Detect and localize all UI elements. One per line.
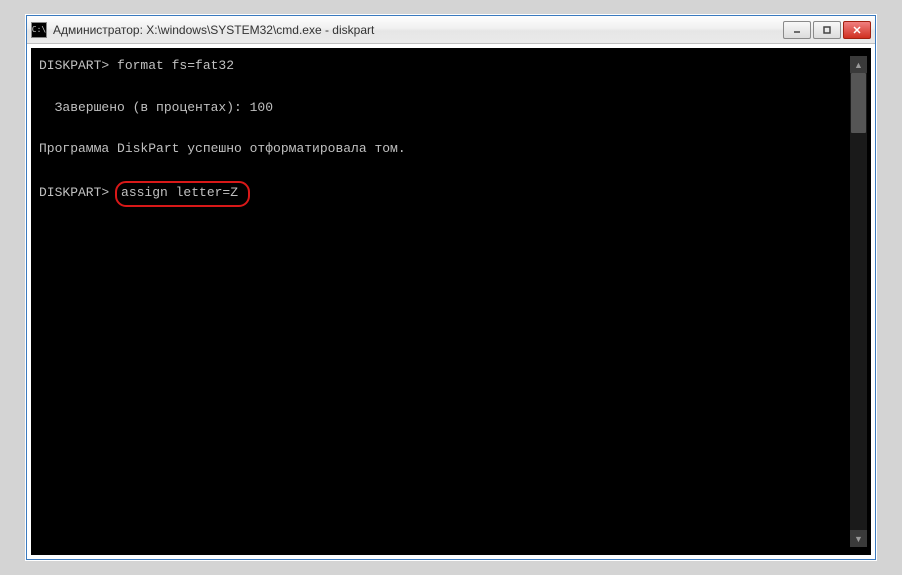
- window-controls: [783, 21, 871, 39]
- console-area: DISKPART> format fs=fat32 Завершено (в п…: [31, 48, 871, 555]
- blank-line: [39, 118, 850, 139]
- blank-line: [39, 77, 850, 98]
- console-line: Завершено (в процентах): 100: [39, 98, 850, 119]
- console-line: DISKPART> assign letter=Z: [39, 181, 850, 207]
- scroll-up-button[interactable]: ▲: [850, 56, 867, 73]
- scroll-track[interactable]: [850, 73, 867, 530]
- prompt: DISKPART>: [39, 185, 117, 200]
- close-button[interactable]: [843, 21, 871, 39]
- window-title: Администратор: X:\windows\SYSTEM32\cmd.e…: [53, 23, 783, 37]
- command: format fs=fat32: [117, 58, 234, 73]
- console-line: Программа DiskPart успешно отформатирова…: [39, 139, 850, 160]
- console-line: DISKPART> format fs=fat32: [39, 56, 850, 77]
- prompt: DISKPART>: [39, 58, 117, 73]
- console-content[interactable]: DISKPART> format fs=fat32 Завершено (в п…: [39, 56, 850, 547]
- blank-line: [39, 160, 850, 181]
- cmd-window: C:\ Администратор: X:\windows\SYSTEM32\c…: [26, 15, 876, 560]
- scroll-down-button[interactable]: ▼: [850, 530, 867, 547]
- titlebar[interactable]: C:\ Администратор: X:\windows\SYSTEM32\c…: [27, 16, 875, 44]
- scroll-thumb[interactable]: [851, 73, 866, 133]
- app-icon: C:\: [31, 22, 47, 38]
- scrollbar[interactable]: ▲ ▼: [850, 56, 867, 547]
- minimize-button[interactable]: [783, 21, 811, 39]
- command-highlighted: assign letter=Z: [115, 181, 250, 207]
- maximize-button[interactable]: [813, 21, 841, 39]
